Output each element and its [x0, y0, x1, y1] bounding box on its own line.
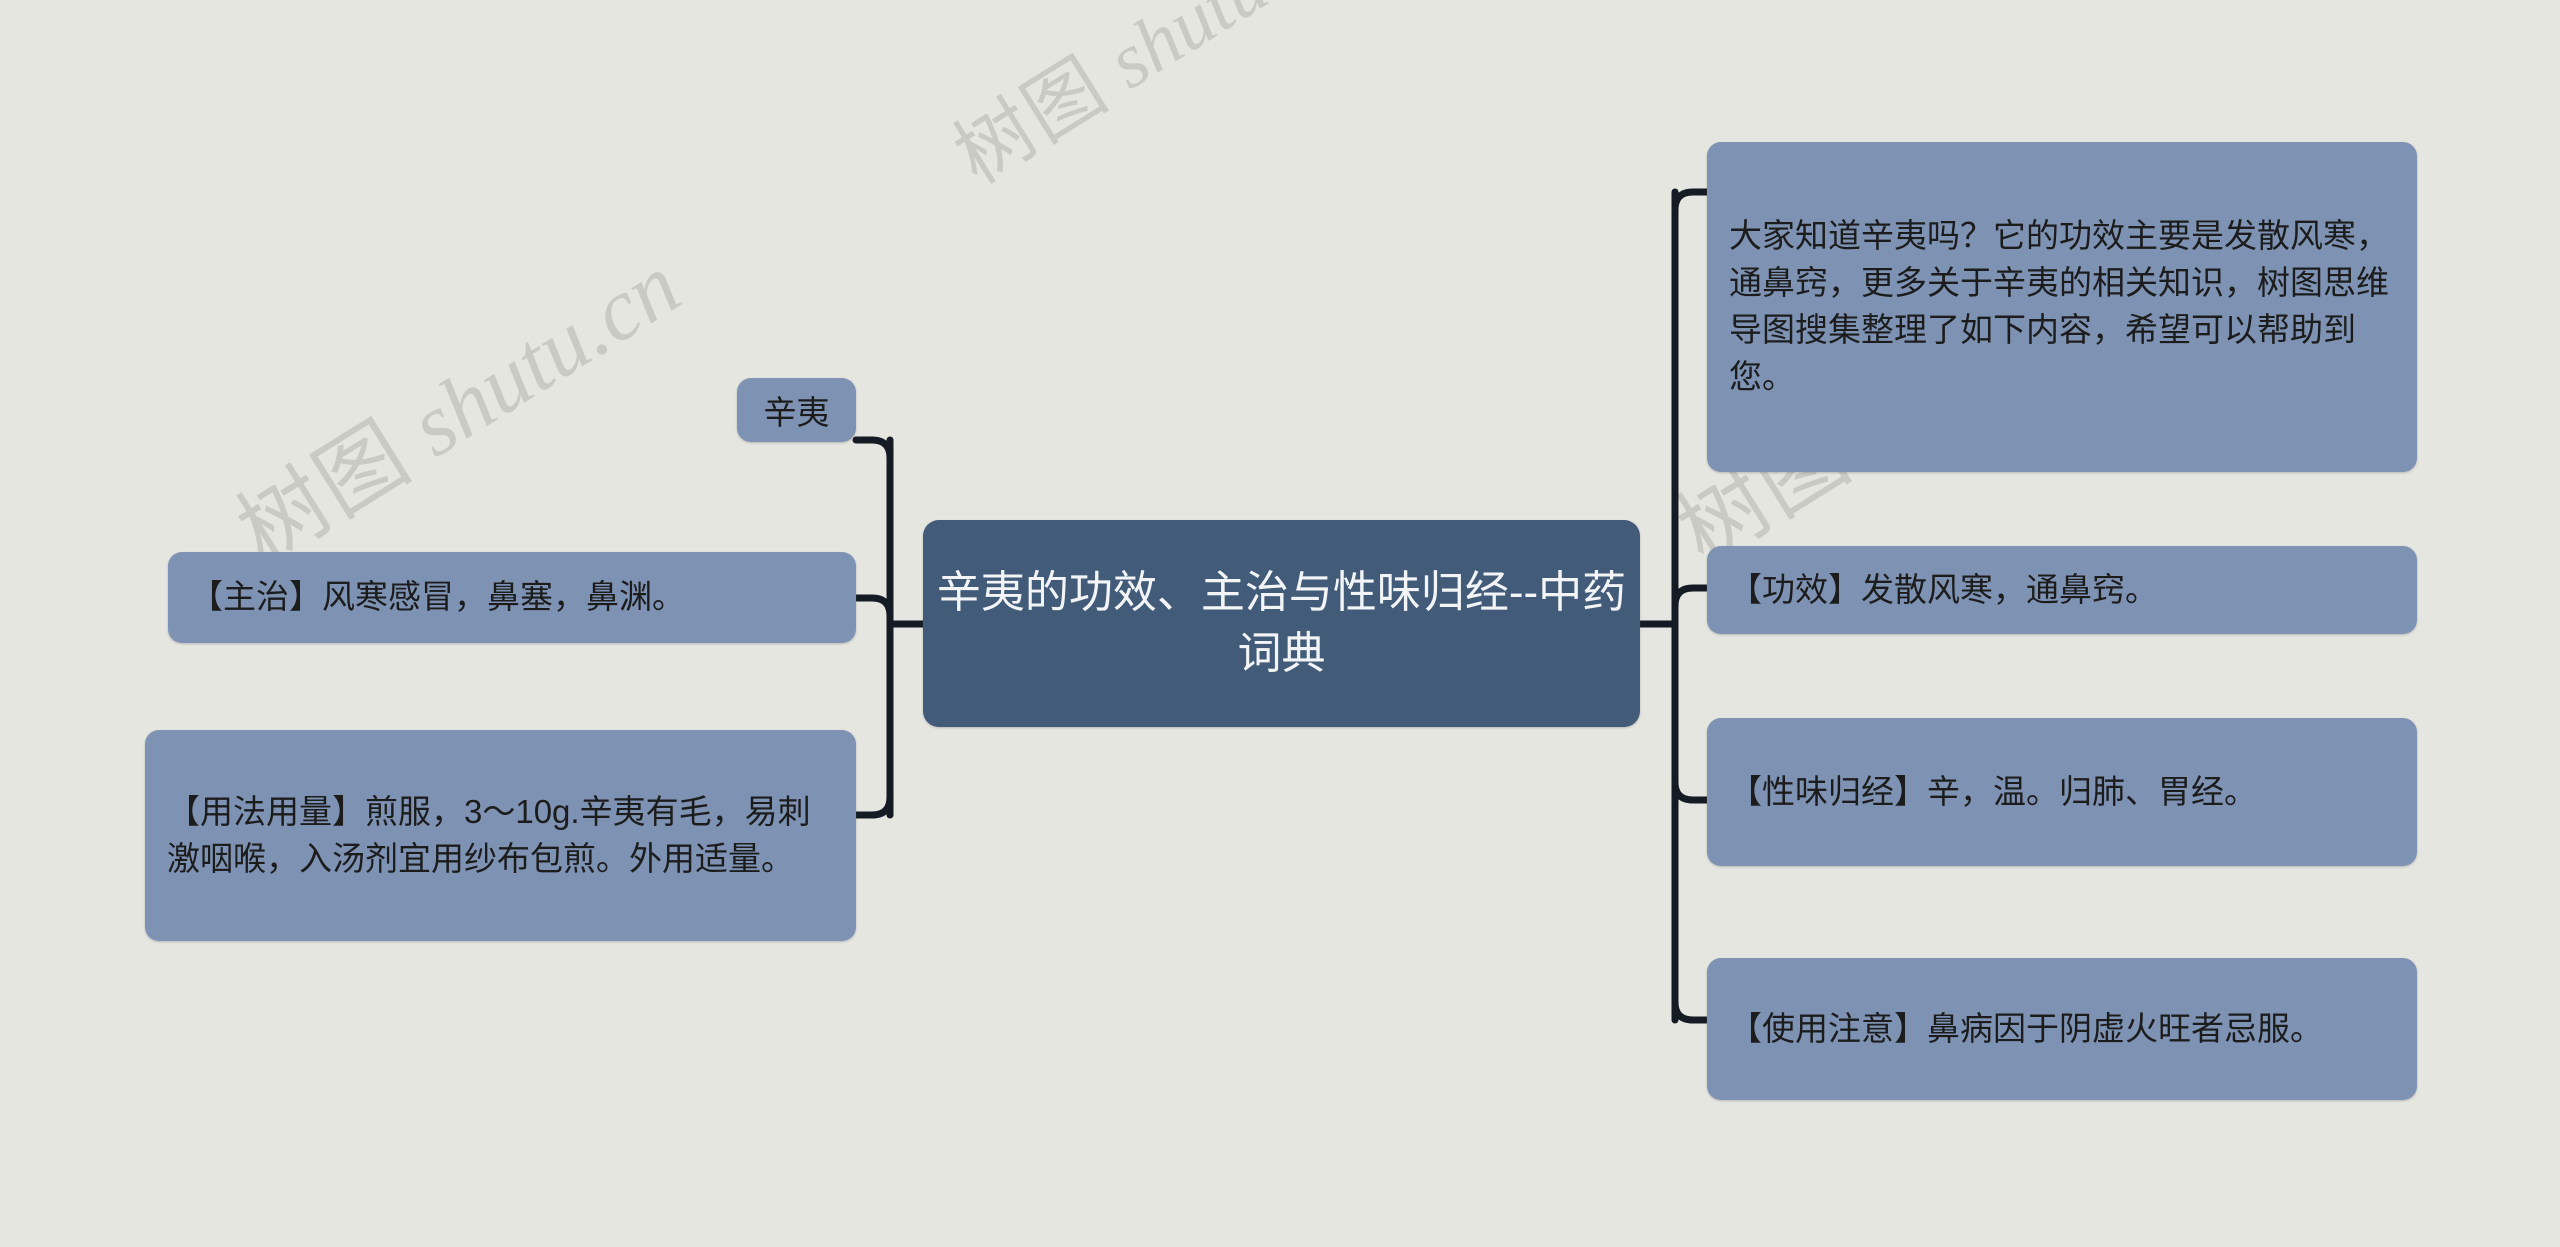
left-node-zhuzhi-label: 【主治】风寒感冒，鼻塞，鼻渊。 [190, 578, 685, 616]
watermark-latin: shutu.cn [1092, 0, 1360, 105]
left-node-xinyi[interactable]: 辛夷 [737, 378, 856, 442]
root-node[interactable]: 辛夷的功效、主治与性味归经--中药词典 [923, 520, 1640, 727]
mindmap-canvas: 树图 shutu.cn 树图 shutu.cn 树图 shutu.cn 辛夷的功… [0, 0, 2560, 1247]
connector-left-branch-3 [852, 793, 894, 819]
left-node-yongfa-label: 【用法用量】煎服，3～10g.辛夷有毛，易刺激咽喉，入汤剂宜用纱布包煎。外用适量… [167, 792, 811, 877]
right-node-intro[interactable]: 大家知道辛夷吗？它的功效主要是发散风寒，通鼻窍，更多关于辛夷的相关知识，树图思维… [1707, 142, 2417, 472]
connector-left-branch-1 [852, 436, 894, 462]
connector-left-branch-2 [852, 594, 894, 620]
right-node-gongxiao-label: 【功效】发散风寒，通鼻窍。 [1729, 570, 2158, 608]
right-node-xingwei-label: 【性味归经】辛，温。归肺、胃经。 [1729, 772, 2257, 810]
watermark-cn: 树图 [939, 40, 1122, 200]
right-node-zhuyi-label: 【使用注意】鼻病因于阴虚火旺者忌服。 [1729, 1009, 2323, 1047]
connector-right-branch-2 [1671, 584, 1711, 610]
left-node-yongfa[interactable]: 【用法用量】煎服，3～10g.辛夷有毛，易刺激咽喉，入汤剂宜用纱布包煎。外用适量… [145, 730, 856, 941]
right-node-gongxiao[interactable]: 【功效】发散风寒，通鼻窍。 [1707, 546, 2417, 634]
right-node-xingwei[interactable]: 【性味归经】辛，温。归肺、胃经。 [1707, 718, 2417, 866]
watermark: 树图 shutu.cn [930, 0, 1364, 205]
connector-right-branch-3 [1671, 778, 1711, 804]
connector-right-branch-1 [1671, 188, 1711, 214]
watermark: 树图 shutu.cn [210, 216, 699, 587]
right-node-intro-label: 大家知道辛夷吗？它的功效主要是发散风寒，通鼻窍，更多关于辛夷的相关知识，树图思维… [1729, 217, 2389, 395]
connector-right-branch-4 [1671, 998, 1711, 1024]
right-node-zhuyi[interactable]: 【使用注意】鼻病因于阴虚火旺者忌服。 [1707, 958, 2417, 1100]
left-node-xinyi-label: 辛夷 [763, 394, 830, 431]
watermark-latin: shutu.cn [394, 236, 697, 476]
left-node-zhuzhi[interactable]: 【主治】风寒感冒，鼻塞，鼻渊。 [168, 552, 856, 643]
root-node-label: 辛夷的功效、主治与性味归经--中药词典 [936, 567, 1627, 678]
